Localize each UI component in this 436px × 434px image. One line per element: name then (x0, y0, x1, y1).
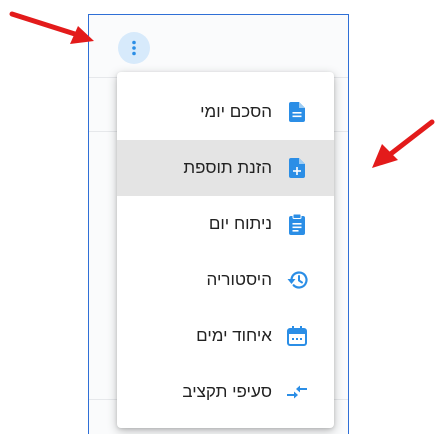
file-plus-icon (286, 157, 308, 179)
history-icon (286, 269, 308, 291)
menu-item-label: איחוד ימים (196, 326, 272, 345)
menu-item-history[interactable]: היסטוריה (117, 252, 334, 308)
menu-item-daily-agreement[interactable]: הסכם יומי (117, 84, 334, 140)
menu-item-add-supplement[interactable]: הזנת תוספת (117, 140, 334, 196)
clipboard-list-icon (286, 213, 308, 235)
menu-item-day-analysis[interactable]: ניתוח יום (117, 196, 334, 252)
menu-item-label: היסטוריה (206, 270, 272, 289)
annotation-arrow-right (372, 119, 435, 168)
annotation-arrow-left (9, 11, 94, 44)
menu-item-label: ניתוח יום (208, 214, 272, 233)
menu-item-label: הזנת תוספת (183, 158, 272, 177)
menu-item-merge-days[interactable]: איחוד ימים (117, 308, 334, 364)
menu-item-label: סעיפי תקציב (182, 382, 272, 401)
more-vertical-icon (132, 40, 136, 56)
menu-item-label: הסכם יומי (200, 102, 272, 121)
file-text-icon (286, 101, 308, 123)
more-options-button[interactable] (118, 32, 150, 64)
dropdown-menu: הסכם יומי הזנת תוספת ניתוח יום היסטוריה … (117, 72, 334, 428)
menu-item-budget-items[interactable]: סעיפי תקציב (117, 364, 334, 420)
calendar-icon (286, 325, 308, 347)
arrows-merge-icon (286, 381, 308, 403)
